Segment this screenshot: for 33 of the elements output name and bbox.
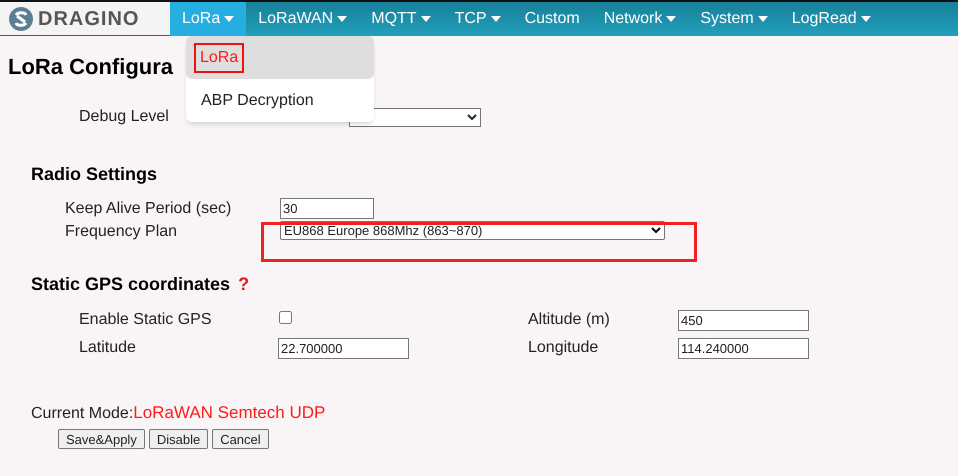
- logo[interactable]: DRAGINO: [0, 2, 170, 36]
- keep-alive-field[interactable]: 30: [280, 198, 374, 219]
- form-button[interactable]: Disable: [148, 429, 208, 449]
- altitude-field[interactable]: 450: [678, 310, 809, 330]
- section-heading: Radio Settings: [31, 163, 158, 186]
- nav-tab[interactable]: System: [688, 2, 780, 36]
- logo-icon: [8, 6, 34, 32]
- field-label: Longitude: [528, 338, 600, 358]
- nav-tab[interactable]: LogRead: [780, 2, 875, 36]
- field-label: Enable Static GPS: [79, 310, 213, 330]
- help-mark[interactable]: ?: [238, 271, 250, 298]
- field-label: Keep Alive Period (sec): [65, 199, 232, 219]
- field-label: Latitude: [79, 338, 137, 358]
- form-button[interactable]: Save&Apply: [58, 429, 145, 449]
- debug-level-select[interactable]: [349, 108, 481, 126]
- field-label: Altitude (m): [528, 310, 611, 330]
- chevron-down-icon: [651, 227, 661, 234]
- form-button[interactable]: Cancel: [212, 429, 269, 449]
- nav-tab[interactable]: MQTT: [359, 2, 443, 36]
- page-title: LoRa Configura: [8, 53, 173, 81]
- mode-label: Current Mode:: [31, 404, 134, 424]
- field-label: Debug Level: [79, 107, 170, 127]
- nav-tab[interactable]: TCP: [442, 2, 513, 36]
- nav-tab[interactable]: LoRaWAN: [246, 2, 360, 36]
- nav-tab[interactable]: Network: [592, 2, 688, 36]
- menu-item[interactable]: ABP Decryption: [186, 79, 374, 122]
- enable-gps-checkbox[interactable]: [279, 311, 292, 324]
- mode-value: LoRaWAN Semtech UDP: [133, 402, 326, 424]
- field-label: Frequency Plan: [65, 222, 178, 242]
- latitude-field[interactable]: 22.700000: [278, 338, 409, 358]
- nav-tab[interactable]: Custom: [512, 2, 592, 36]
- longitude-field[interactable]: 114.240000: [678, 338, 809, 358]
- section-heading: Static GPS coordinates: [31, 273, 230, 296]
